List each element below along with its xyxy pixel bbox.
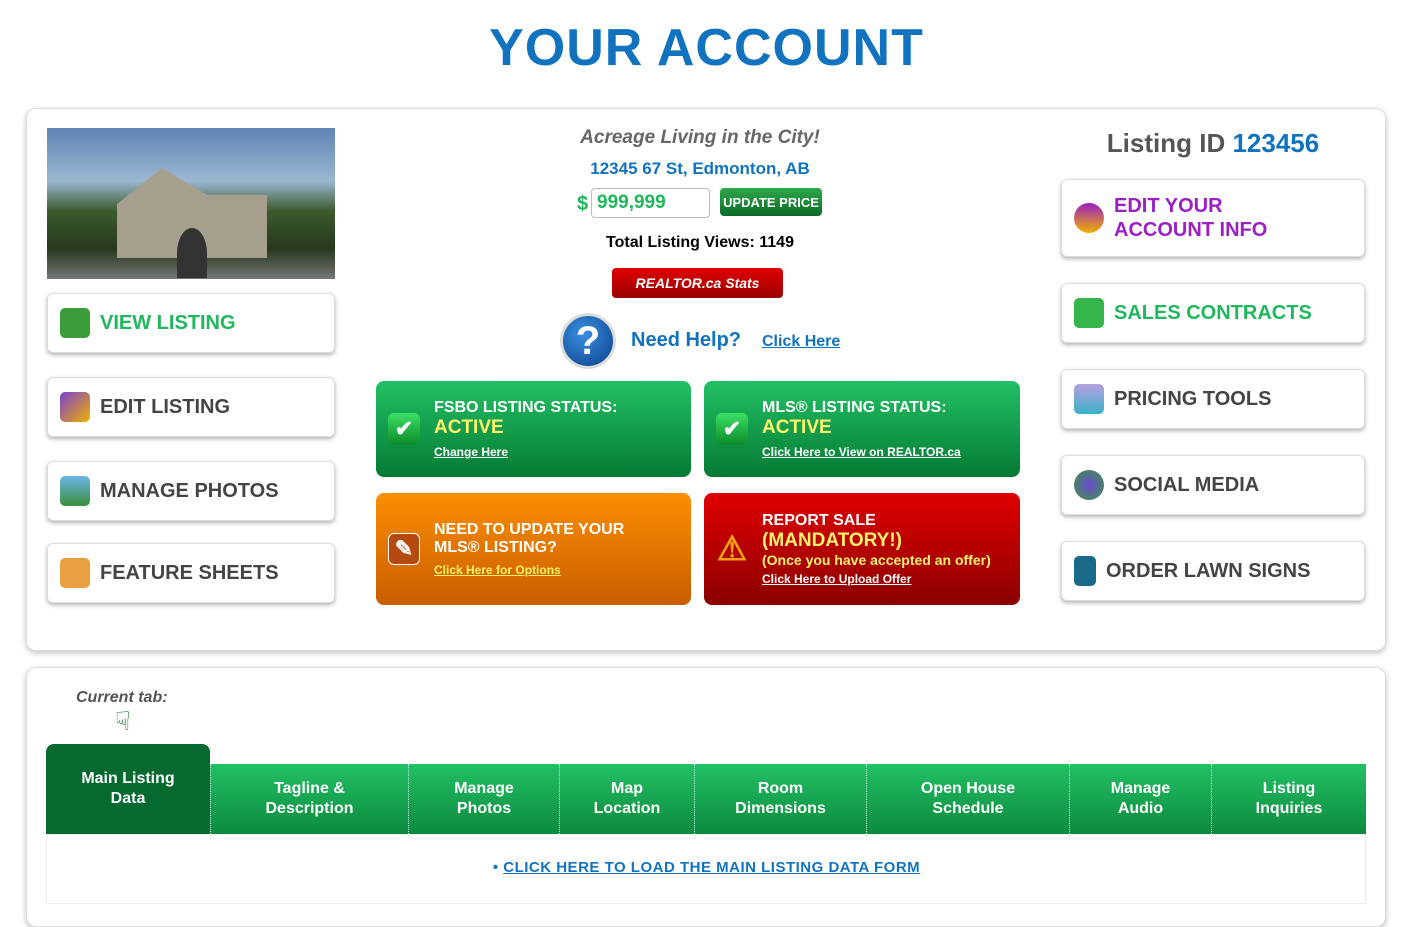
listing-id-label: Listing ID xyxy=(1106,128,1226,158)
report-note: (Once you have accepted an offer) xyxy=(762,552,991,568)
book-icon xyxy=(1074,298,1104,328)
need-help-label: Need Help? xyxy=(631,329,742,351)
button-label: MANAGE PHOTOS xyxy=(100,479,279,502)
button-label: EDIT LISTING xyxy=(100,395,230,418)
fsbo-status-title: FSBO LISTING STATUS: xyxy=(434,399,618,416)
people-icon xyxy=(1074,470,1104,500)
view-on-realtor-link[interactable]: Click Here to View on REALTOR.ca xyxy=(762,445,961,459)
listing-id: Listing ID 123456 xyxy=(1061,128,1365,159)
clipboard-icon xyxy=(60,558,90,588)
button-label: EDIT YOUR ACCOUNT INFO xyxy=(1114,195,1268,241)
help-icon[interactable]: ? xyxy=(560,313,616,369)
views-label: Total Listing Views: xyxy=(606,234,755,251)
fsbo-status-card: ✔ FSBO LISTING STATUS: ACTIVE Change Here xyxy=(376,381,691,477)
load-form-row: • CLICK HERE TO LOAD THE MAIN LISTING DA… xyxy=(492,859,921,876)
tab-manage-audio[interactable]: Manage Audio xyxy=(1069,764,1211,834)
fsbo-status-value: ACTIVE xyxy=(434,417,504,438)
mls-status-value: ACTIVE xyxy=(762,417,832,438)
listing-id-value: 123456 xyxy=(1232,128,1320,158)
tab-main-listing-data[interactable]: Main Listing Data xyxy=(46,744,210,834)
update-title-2: MLS® LISTING? xyxy=(434,539,557,556)
tab-manage-photos[interactable]: Manage Photos xyxy=(408,764,559,834)
tab-open-house-schedule[interactable]: Open House Schedule xyxy=(866,764,1069,834)
button-label: SALES CONTRACTS xyxy=(1114,301,1312,324)
currency-symbol: $ xyxy=(577,193,589,215)
order-lawn-signs-button[interactable]: ORDER LAWN SIGNS xyxy=(1061,541,1365,601)
sign-icon xyxy=(1074,556,1096,586)
tab-listing-inquiries[interactable]: Listing Inquiries xyxy=(1211,764,1366,834)
page-title: YOUR ACCOUNT xyxy=(489,19,924,77)
button-label: ORDER LAWN SIGNS xyxy=(1106,559,1311,582)
magnifier-photo-icon xyxy=(60,308,90,338)
button-label: FEATURE SHEETS xyxy=(100,561,279,584)
listing-address: 12345 67 St, Edmonton, AB xyxy=(590,159,810,178)
edit-account-button[interactable]: EDIT YOUR ACCOUNT INFO xyxy=(1061,179,1365,257)
report-mandatory: (MANDATORY!) xyxy=(762,530,903,551)
price-input[interactable] xyxy=(591,188,710,218)
tab-room-dimensions[interactable]: Room Dimensions xyxy=(694,764,866,834)
help-link[interactable]: Click Here xyxy=(762,333,840,351)
button-label: PRICING TOOLS xyxy=(1114,387,1272,410)
button-label: VIEW LISTING xyxy=(100,311,236,334)
button-label: SOCIAL MEDIA xyxy=(1114,473,1260,496)
feature-sheets-button[interactable]: FEATURE SHEETS xyxy=(47,543,335,603)
tab-tagline-description[interactable]: Tagline & Description xyxy=(210,764,408,834)
camera-icon xyxy=(60,476,90,506)
pencil-icon xyxy=(60,392,90,422)
listing-photo[interactable] xyxy=(47,128,335,279)
update-price-button[interactable]: UPDATE PRICE xyxy=(720,188,822,216)
update-options-link[interactable]: Click Here for Options xyxy=(434,563,624,577)
chart-icon xyxy=(1074,384,1104,414)
checkmark-icon: ✔ xyxy=(716,413,748,445)
sales-contracts-button[interactable]: SALES CONTRACTS xyxy=(1061,283,1365,343)
pointing-hand-icon: ☟ xyxy=(115,706,131,736)
view-listing-button[interactable]: VIEW LISTING xyxy=(47,293,335,353)
update-title: NEED TO UPDATE YOUR xyxy=(434,521,625,538)
current-tab-label: Current tab: xyxy=(76,689,168,706)
listing-tagline: Acreage Living in the City! xyxy=(580,127,820,148)
edit-listing-button[interactable]: EDIT LISTING xyxy=(47,377,335,437)
upload-offer-link[interactable]: Click Here to Upload Offer xyxy=(762,572,991,586)
views-count: 1149 xyxy=(759,234,794,251)
mls-status-card: ✔ MLS® LISTING STATUS: ACTIVE Click Here t… xyxy=(704,381,1020,477)
pricing-tools-button[interactable]: PRICING TOOLS xyxy=(1061,369,1365,429)
checkmark-icon: ✔ xyxy=(388,413,420,445)
mls-status-title: MLS® LISTING STATUS: xyxy=(762,399,947,416)
load-form-link[interactable]: CLICK HERE TO LOAD THE MAIN LISTING DATA… xyxy=(503,859,920,876)
listing-views: Total Listing Views: 1149 xyxy=(560,234,840,252)
change-status-link[interactable]: Change Here xyxy=(434,445,617,459)
social-media-button[interactable]: SOCIAL MEDIA xyxy=(1061,455,1365,515)
manage-photos-button[interactable]: MANAGE PHOTOS xyxy=(47,461,335,521)
report-title: REPORT SALE xyxy=(762,512,876,529)
tab-map-location[interactable]: Map Location xyxy=(559,764,694,834)
pencil-icon: ✎ xyxy=(388,533,420,565)
warning-icon: ⚠ xyxy=(716,530,748,568)
user-icon xyxy=(1074,203,1104,233)
report-sale-card: ⚠ REPORT SALE (MANDATORY!) (Once you have … xyxy=(704,493,1020,605)
update-mls-card: ✎ NEED TO UPDATE YOUR MLS® LISTING? Click … xyxy=(376,493,691,605)
realtor-stats-button[interactable]: REALTOR.ca Stats xyxy=(612,268,783,298)
